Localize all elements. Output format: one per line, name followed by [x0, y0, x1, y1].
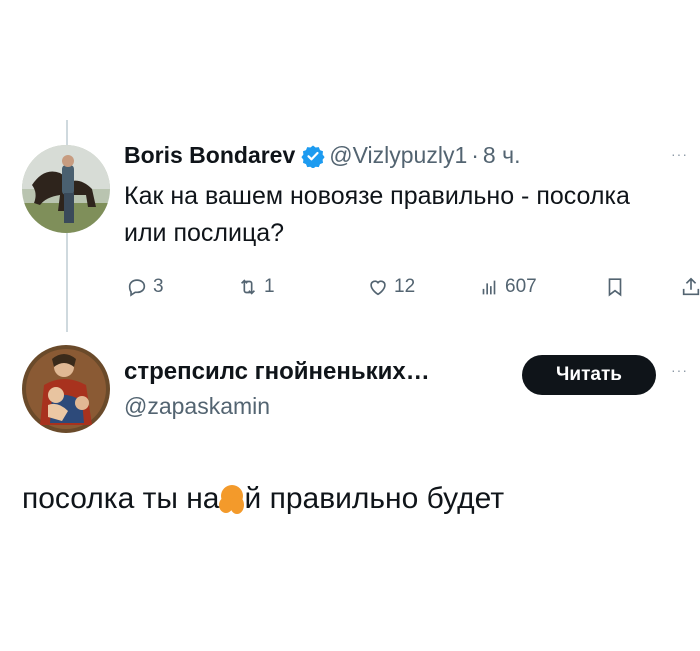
tweet-text: Как на вашем новоязе правильно - посолка… — [124, 182, 630, 247]
censor-blot — [219, 482, 245, 516]
bookmark-button[interactable] — [604, 276, 626, 298]
reply-author-avatar[interactable] — [22, 345, 110, 433]
verified-badge-icon — [301, 145, 325, 168]
reply-more-options-icon[interactable]: ··· — [671, 362, 688, 378]
horse-rider-photo — [22, 145, 110, 233]
reply-count: 3 — [153, 276, 164, 297]
retweet-count: 1 — [264, 276, 275, 297]
share-button[interactable] — [680, 276, 700, 298]
reply-text-end: й правильно будет — [244, 482, 505, 515]
separator-dot: · — [471, 142, 479, 168]
retweet-icon — [240, 279, 256, 295]
reply-author-name[interactable]: стрепсилс гнойненьких… — [124, 358, 430, 386]
author-avatar[interactable] — [22, 145, 110, 233]
share-icon — [682, 277, 700, 296]
reply-icon — [128, 279, 146, 297]
like-button[interactable]: 12 — [367, 276, 415, 298]
author-name[interactable]: Boris Bondarev — [124, 142, 295, 169]
madonna-painting-thumbnail — [22, 345, 110, 433]
like-count: 12 — [394, 276, 416, 297]
views-button[interactable]: 607 — [478, 276, 537, 298]
reply-text-start: посолка ты на — [22, 482, 220, 515]
heart-icon — [370, 280, 386, 296]
retweet-button[interactable]: 1 — [237, 276, 275, 298]
tweet-timestamp[interactable]: 8 ч. — [483, 142, 521, 169]
author-handle[interactable]: @Vizlypuzly1 — [329, 142, 467, 169]
tweet-header: Boris Bondarev @Vizlypuzly1 · 8 ч. — [124, 142, 520, 169]
analytics-bars-icon — [482, 280, 496, 295]
reply-button[interactable]: 3 — [126, 276, 164, 298]
more-options-icon[interactable]: ··· — [671, 146, 688, 162]
views-count: 607 — [505, 276, 537, 297]
reply-author-handle[interactable]: @zapaskamin — [124, 393, 270, 420]
reply-text: посолка ты на й правильно будет — [22, 482, 504, 516]
follow-button[interactable]: Читать — [522, 355, 656, 395]
bookmark-icon — [608, 278, 622, 297]
orange-censor-blob-icon — [219, 484, 244, 514]
